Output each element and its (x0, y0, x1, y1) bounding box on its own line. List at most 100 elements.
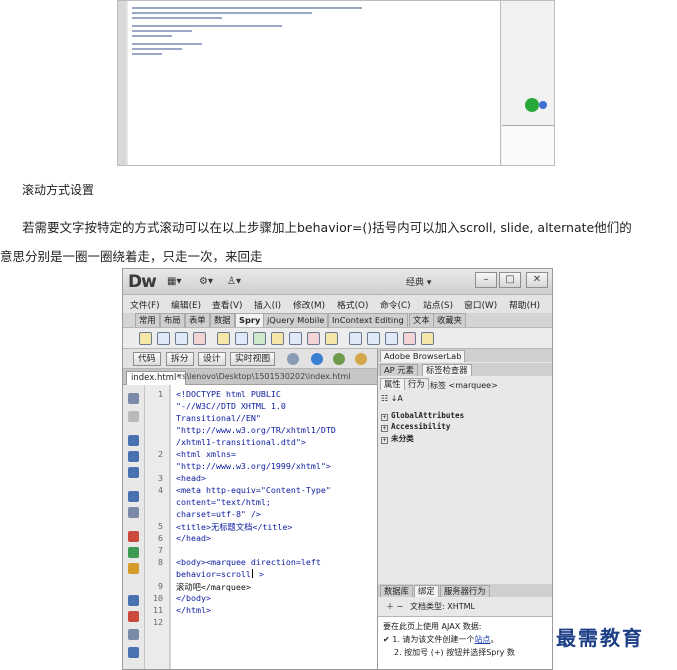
menu-bar: 文件(F) 编辑(E) 查看(V) 插入(I) 修改(M) 格式(O) 命令(C… (123, 295, 552, 313)
collapse-selection-icon[interactable] (128, 451, 139, 462)
code-editor[interactable]: <!DOCTYPE html PUBLIC "-//W3C//DTD XHTML… (171, 385, 377, 669)
code-line: > (253, 569, 264, 579)
site-link[interactable]: 站点 (474, 635, 490, 644)
code-line: Transitional//EN" (176, 413, 261, 423)
user-icon[interactable]: ♙▾ (227, 276, 241, 288)
spry-validation-select-icon[interactable] (235, 332, 248, 345)
menu-site[interactable]: 站点(S) (423, 298, 453, 311)
live-view-button[interactable]: 实时视图 (230, 352, 276, 366)
dreamweaver-window: Dw ▦▾ ⚙▾ ♙▾ 经典 ▾ – □ ✕ 文件(F) 编辑(E) 查看(V)… (122, 268, 553, 670)
wrap-tag-icon[interactable] (128, 629, 139, 640)
open-documents-icon[interactable] (128, 393, 139, 404)
menu-file[interactable]: 文件(F) (130, 298, 160, 311)
menu-window[interactable]: 窗口(W) (464, 298, 497, 311)
syntax-error-icon[interactable] (128, 563, 139, 574)
document-path: rs\lenovo\Desktop\1501530202\index.html (179, 372, 351, 381)
spry-validation-password-icon[interactable] (289, 332, 302, 345)
tab-server-behaviors[interactable]: 服务器行为 (440, 585, 490, 597)
spry-tooltip-icon[interactable] (421, 332, 434, 345)
spry-validation-confirm-icon[interactable] (307, 332, 320, 345)
tab-databases[interactable]: 数据库 (380, 585, 413, 597)
code-line: 滚动吧</marquee> (176, 582, 251, 592)
add-binding-icon[interactable]: ＋ − (386, 601, 403, 612)
spry-region-icon[interactable] (157, 332, 170, 345)
workspace-switcher[interactable]: 经典 ▾ (406, 275, 431, 288)
code-line: "http://www.w3.org/TR/xhtml1/DTD (176, 425, 336, 435)
tab-attributes[interactable]: 属性 (380, 378, 405, 390)
gear-icon[interactable]: ⚙▾ (199, 276, 213, 288)
spry-validation-textarea-icon[interactable] (271, 332, 284, 345)
remove-comment-icon[interactable] (128, 611, 139, 622)
tab-favorites[interactable]: 收藏夹 (433, 313, 466, 327)
document-toolbar: 代码 拆分 设计 实时视图 (123, 349, 377, 369)
file-management-icon[interactable] (333, 353, 345, 365)
menu-view[interactable]: 查看(V) (212, 298, 242, 311)
menu-format[interactable]: 格式(O) (337, 298, 368, 311)
spry-collapsible-panel-icon[interactable] (403, 332, 416, 345)
design-view-button[interactable]: 设计 (198, 352, 226, 366)
spry-validation-radio-icon[interactable] (325, 332, 338, 345)
ajax-instructions: 要在此页上使用 AJAX 数据: ✔ 1. 请为该文件创建一个站点。 2. 按加… (378, 616, 552, 669)
menu-insert[interactable]: 插入(I) (254, 298, 281, 311)
check-page-icon[interactable] (355, 353, 367, 365)
collapse-tag-icon[interactable] (128, 435, 139, 446)
doc-type: 文档类型: XHTML (410, 602, 475, 611)
layout-icon[interactable]: ▦▾ (167, 276, 181, 288)
tab-jquery-mobile[interactable]: jQuery Mobile (263, 313, 329, 327)
paragraph-line-1: 若需要文字按特定的方式滚动可以在以上步骤加上behavior=()括号内可以加入… (22, 220, 632, 235)
spry-menu-bar-icon[interactable] (349, 332, 362, 345)
browserlab-panel-header: Adobe BrowserLab (378, 349, 552, 362)
tab-forms[interactable]: 表单 (185, 313, 210, 327)
ajax-step-2: 2. 按加号 (+) 按钮并选择Spry 数 (394, 648, 515, 657)
tree-row-global[interactable]: + GlobalAttributes (381, 411, 464, 421)
code-line: </head> (176, 533, 211, 543)
apply-comment-icon[interactable] (128, 595, 139, 606)
document-tab[interactable]: index.html* (126, 371, 186, 385)
line-numbers-icon[interactable] (128, 531, 139, 542)
tree-row-accessibility[interactable]: + Accessibility (381, 422, 450, 432)
tab-data[interactable]: 数据 (210, 313, 235, 327)
code-line: charset=utf-8" /> (176, 509, 261, 519)
ajax-title: 要在此页上使用 AJAX 数据: (383, 622, 482, 631)
spry-validation-checkbox-icon[interactable] (253, 332, 266, 345)
code-line: <meta http-equiv="Content-Type" (176, 485, 331, 495)
tab-browserlab[interactable]: Adobe BrowserLab (380, 350, 466, 362)
category-view-icon[interactable]: ☷ ↓A (381, 394, 403, 403)
preview-browser-icon[interactable] (311, 353, 323, 365)
expand-all-icon[interactable] (128, 467, 139, 478)
balance-braces-icon[interactable] (128, 507, 139, 518)
menu-edit[interactable]: 编辑(E) (171, 298, 201, 311)
spry-validation-text-icon[interactable] (217, 332, 230, 345)
menu-modify[interactable]: 修改(M) (293, 298, 325, 311)
tree-row-uncategorized[interactable]: + 未分类 (381, 433, 414, 444)
tab-spry[interactable]: Spry (235, 313, 265, 327)
spry-tabbed-panels-icon[interactable] (367, 332, 380, 345)
maximize-button[interactable]: □ (499, 272, 521, 288)
menu-commands[interactable]: 命令(C) (380, 298, 411, 311)
multiscreen-icon[interactable] (287, 353, 299, 365)
show-code-navigator-icon[interactable] (128, 411, 139, 422)
minimize-button[interactable]: – (475, 272, 497, 288)
spry-repeat-list-icon[interactable] (193, 332, 206, 345)
select-parent-tag-icon[interactable] (128, 491, 139, 502)
tab-bindings[interactable]: 绑定 (414, 585, 439, 597)
spry-accordion-icon[interactable] (385, 332, 398, 345)
tab-ap-elements[interactable]: AP 元素 (380, 364, 418, 376)
code-view-button[interactable]: 代码 (133, 352, 161, 366)
tab-text[interactable]: 文本 (409, 313, 434, 327)
spry-repeat-icon[interactable] (175, 332, 188, 345)
highlight-invalid-code-icon[interactable] (128, 547, 139, 558)
close-button[interactable]: ✕ (526, 272, 548, 288)
code-line: <title>无标题文档</title> (176, 522, 293, 532)
screenshot-thumbnail (117, 0, 555, 166)
recent-snippets-icon[interactable] (128, 647, 139, 658)
tab-layout[interactable]: 布局 (160, 313, 185, 327)
spry-dataset-icon[interactable] (139, 332, 152, 345)
tab-behaviors[interactable]: 行为 (404, 378, 429, 390)
tab-common[interactable]: 常用 (135, 313, 160, 327)
tab-tag-inspector[interactable]: 标签检查器 (422, 364, 472, 376)
tab-incontext-editing[interactable]: InContext Editing (328, 313, 408, 327)
code-line: <body><marquee direction=left (176, 557, 321, 567)
menu-help[interactable]: 帮助(H) (509, 298, 540, 311)
split-view-button[interactable]: 拆分 (166, 352, 194, 366)
